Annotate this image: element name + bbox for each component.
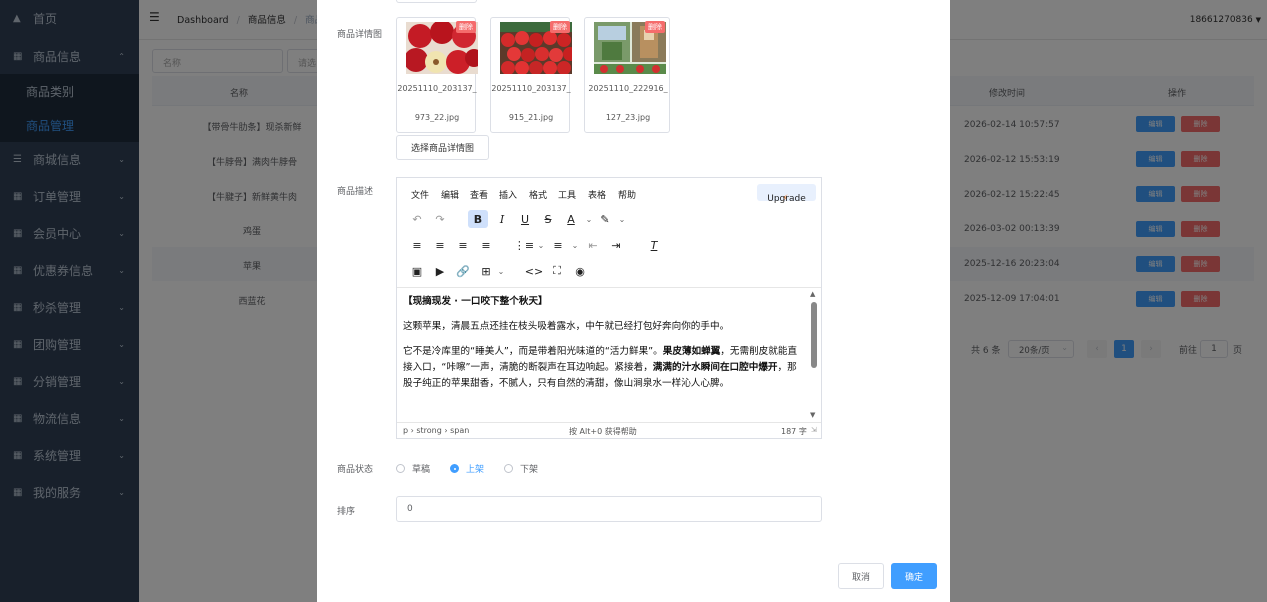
preview-eye-icon[interactable]: ◉ <box>570 262 590 280</box>
word-count[interactable]: 187 字 <box>781 426 807 437</box>
radio-label: 下架 <box>520 465 539 475</box>
status-radio-listed[interactable]: 上架 <box>450 462 484 475</box>
image-filename-line1: 20251110_203137_ <box>397 84 477 93</box>
radio-label: 上架 <box>466 465 485 475</box>
code-icon[interactable]: <> <box>524 262 544 280</box>
radio-circle <box>504 464 513 473</box>
description-label: 商品描述 <box>337 187 374 197</box>
link-icon[interactable]: 🔗 <box>453 262 473 280</box>
menu-table[interactable]: 表格 <box>588 188 606 201</box>
content-bold-text: 满满的汁水瞬间在口腔中爆开 <box>652 362 778 373</box>
upgrade-button[interactable]: ⚡ Upgrade <box>757 184 816 204</box>
confirm-button[interactable]: 确定 <box>891 563 937 589</box>
underline-icon[interactable]: U <box>515 210 535 228</box>
toolbar-divider <box>397 287 821 288</box>
status-label: 商品状态 <box>337 465 374 475</box>
clear-formatting-icon[interactable]: T <box>644 236 664 254</box>
menu-format[interactable]: 格式 <box>529 188 547 201</box>
media-icon[interactable]: ▶ <box>430 262 450 280</box>
align-center-icon[interactable]: ≡ <box>430 236 450 254</box>
content-text: 它不是冷库里的“睡美人”，而是带着阳光味道的“活力鲜果”。 <box>403 346 663 357</box>
delete-image-button[interactable]: 删除 <box>456 21 476 33</box>
image-filename-line2: 127_23.jpg <box>605 113 651 122</box>
radio-label: 草稿 <box>412 465 431 475</box>
select-detail-images-button[interactable]: 选择商品详情图 <box>396 135 489 160</box>
fullscreen-icon[interactable]: ⛶ <box>547 262 567 280</box>
rich-text-editor: 文件 编辑 查看 插入 格式 工具 表格 帮助 ⚡ Upgrade ↶ ↷ B … <box>396 177 822 439</box>
sort-label: 排序 <box>337 507 356 517</box>
outdent-icon[interactable]: ⇤ <box>583 236 603 254</box>
help-hint: 按 Alt+0 获得帮助 <box>569 427 637 436</box>
scroll-down-icon[interactable]: ▼ <box>810 411 815 419</box>
top-field-remnant <box>396 0 477 3</box>
delete-image-button[interactable]: 删除 <box>550 21 570 33</box>
bold-icon[interactable]: B <box>468 210 488 228</box>
menu-edit[interactable]: 编辑 <box>441 188 459 201</box>
chevron-down-icon[interactable]: ⌄ <box>612 210 632 228</box>
editor-scrollbar[interactable]: ▲ ▼ <box>808 290 820 422</box>
detail-image-card[interactable]: 删除 20251110_203137_ 915_21.jpg <box>490 17 572 133</box>
radio-circle <box>396 464 405 473</box>
strikethrough-icon[interactable]: S <box>538 210 558 228</box>
cancel-button[interactable]: 取消 <box>838 563 884 589</box>
editor-menubar: 文件 编辑 查看 插入 格式 工具 表格 帮助 ⚡ Upgrade <box>397 178 821 206</box>
align-right-icon[interactable]: ≡ <box>453 236 473 254</box>
image-filename-line2: 915_21.jpg <box>508 113 554 122</box>
image-filename-line1: 20251110_222916_ <box>588 84 668 93</box>
image-filename-line1: 20251110_203137_ <box>491 84 571 93</box>
text-color-icon[interactable]: A <box>561 210 581 228</box>
menu-tools[interactable]: 工具 <box>558 188 576 201</box>
menu-file[interactable]: 文件 <box>411 188 429 201</box>
indent-icon[interactable]: ⇥ <box>606 236 626 254</box>
detail-images-label: 商品详情图 <box>337 30 383 40</box>
delete-image-button[interactable]: 删除 <box>645 21 665 33</box>
align-justify-icon[interactable]: ≡ <box>476 236 496 254</box>
element-path[interactable]: p › strong › span <box>403 426 469 435</box>
content-paragraph: 这颗苹果，清晨五点还挂在枝头吸着露水，中午就已经打包好奔向你的手中。 <box>403 321 730 332</box>
editor-content[interactable]: 【现摘现发 · 一口咬下整个秋天】 这颗苹果，清晨五点还挂在枝头吸着露水，中午就… <box>403 294 803 422</box>
content-paragraph: 它不是冷库里的“睡美人”，而是带着阳光味道的“活力鲜果”。果皮薄如蝉翼，无需削皮… <box>403 344 803 392</box>
redo-icon[interactable]: ↷ <box>430 210 450 228</box>
upgrade-label: Upgrade <box>767 194 806 204</box>
status-radio-draft[interactable]: 草稿 <box>396 462 430 475</box>
sort-order-input[interactable]: 0 <box>396 496 822 522</box>
radio-circle-checked <box>450 464 459 473</box>
menu-help[interactable]: 帮助 <box>618 188 636 201</box>
undo-icon[interactable]: ↶ <box>407 210 427 228</box>
scrollbar-thumb[interactable] <box>811 302 817 368</box>
content-paragraph: 【现摘现发 · 一口咬下整个秋天】 <box>403 296 548 307</box>
image-icon[interactable]: ▣ <box>407 262 427 280</box>
scroll-up-icon[interactable]: ▲ <box>810 290 815 298</box>
chevron-down-icon[interactable]: ⌄ <box>491 262 511 280</box>
detail-image-card[interactable]: 删除 20251110_222916_ 127_23.jpg <box>584 17 670 133</box>
detail-image-card[interactable]: 删除 20251110_203137_ 973_22.jpg <box>396 17 478 133</box>
status-radio-delisted[interactable]: 下架 <box>504 462 538 475</box>
align-left-icon[interactable]: ≡ <box>407 236 427 254</box>
image-filename-line2: 973_22.jpg <box>414 113 460 122</box>
menu-insert[interactable]: 插入 <box>499 188 517 201</box>
italic-icon[interactable]: I <box>492 210 512 228</box>
editor-statusbar: p › strong › span 按 Alt+0 获得帮助 187 字 ⇲ <box>397 422 821 438</box>
content-bold-text: 果皮薄如蝉翼 <box>662 346 721 357</box>
menu-view[interactable]: 查看 <box>470 188 488 201</box>
resize-handle-icon[interactable]: ⇲ <box>811 426 817 434</box>
chevron-down-icon[interactable]: ⌄ <box>565 236 585 254</box>
